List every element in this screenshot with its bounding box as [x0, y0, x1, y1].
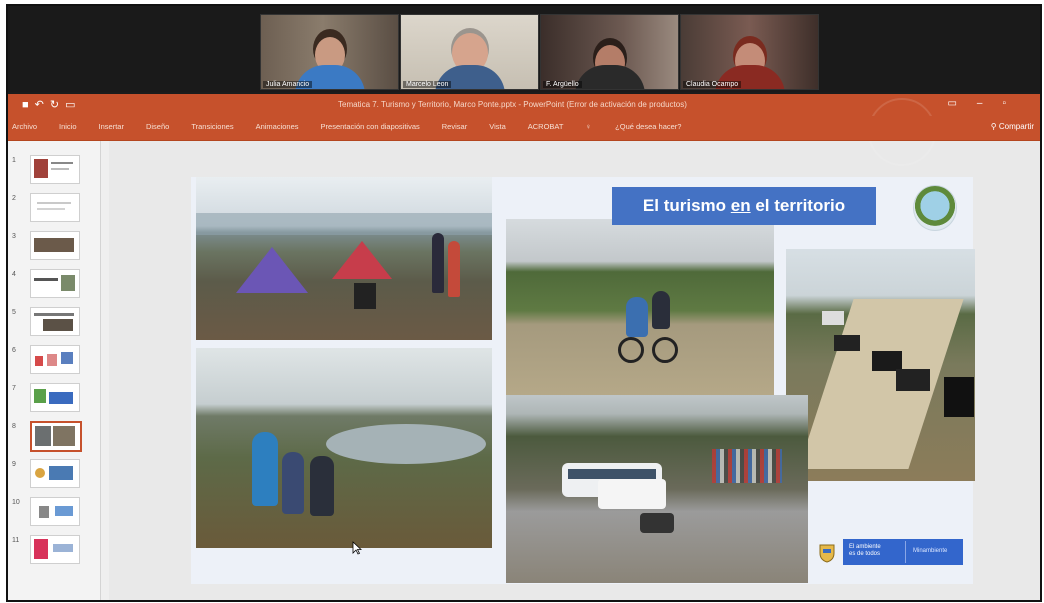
slide-thumbnails-pane[interactable]: 1 2 3 4 5 6 7 8 9 10 11	[8, 141, 101, 600]
thumbnail-number: 3	[12, 233, 16, 240]
slide-thumbnail[interactable]	[30, 307, 80, 336]
video-call-strip: Julia Amancio Marcelo Leon F. Argüello C…	[8, 6, 1040, 92]
minimize-icon[interactable]: –	[977, 98, 1003, 109]
thumbnails-scrollbar[interactable]	[101, 141, 109, 600]
thumbnail-number: 4	[12, 271, 16, 278]
thumbnail-item[interactable]: 11	[12, 535, 96, 565]
tab-revisar[interactable]: Revisar	[442, 122, 467, 131]
thumbnail-item[interactable]: 10	[12, 497, 96, 527]
participant-tile[interactable]: Marcelo Leon	[400, 14, 539, 90]
slide-thumbnail[interactable]	[30, 459, 80, 488]
slide-thumbnail[interactable]	[30, 155, 80, 184]
screen-frame: Julia Amancio Marcelo Leon F. Argüello C…	[6, 4, 1042, 602]
thumbnail-item[interactable]: 8	[12, 421, 96, 452]
window-controls[interactable]: ▭–▫	[947, 98, 1026, 109]
share-label: Compartir	[998, 122, 1034, 131]
maximize-icon[interactable]: ▫	[1002, 98, 1026, 109]
slide-thumbnail[interactable]	[30, 535, 80, 564]
minambiente-badge: El ambiente es de todos Minambiente	[843, 539, 963, 565]
undo-icon[interactable]: ↶	[35, 99, 50, 111]
thumbnail-number: 11	[12, 537, 20, 544]
slide-thumbnail-active[interactable]	[30, 421, 82, 452]
slide-thumbnail[interactable]	[30, 497, 80, 526]
thumbnail-item[interactable]: 5	[12, 307, 96, 337]
badge-line-2: es de todos	[849, 551, 881, 557]
tell-me-label: ¿Qué desea hacer?	[615, 122, 682, 131]
lightbulb-icon: ♀	[585, 122, 594, 131]
participant-tile[interactable]: F. Argüello	[540, 14, 679, 90]
tab-transiciones[interactable]: Transiciones	[191, 122, 233, 131]
participant-name: Julia Amancio	[263, 81, 313, 88]
slide-thumbnail[interactable]	[30, 345, 80, 374]
thumbnail-item[interactable]: 7	[12, 383, 96, 413]
tab-vista[interactable]: Vista	[489, 122, 506, 131]
mouse-cursor-icon	[352, 541, 362, 555]
thumbnail-number: 2	[12, 195, 16, 202]
tab-animaciones[interactable]: Animaciones	[256, 122, 299, 131]
thumbnail-number: 1	[12, 157, 16, 164]
tell-me-search[interactable]: ♀ ¿Qué desea hacer?	[585, 122, 703, 131]
participant-name: F. Argüello	[543, 81, 582, 88]
thumbnail-number: 8	[12, 423, 16, 430]
tab-insertar[interactable]: Insertar	[99, 122, 124, 131]
photo-cyclists	[506, 219, 774, 395]
photo-lagoon-hikers	[196, 348, 492, 548]
quick-access-toolbar[interactable]: ■↶↻▭	[22, 98, 82, 111]
slide-title-part: El turismo	[642, 196, 731, 215]
photo-parked-cars	[786, 249, 975, 481]
slide-title-underlined: en	[730, 196, 751, 215]
thumbnail-item[interactable]: 9	[12, 459, 96, 489]
tab-presentacion[interactable]: Presentación con diapositivas	[321, 122, 420, 131]
slide-thumbnail[interactable]	[30, 269, 80, 298]
present-icon[interactable]: ▭	[65, 99, 81, 111]
thumbnail-number: 6	[12, 347, 16, 354]
tab-archivo[interactable]: Archivo	[12, 122, 37, 131]
ribbon-tabs: Archivo Inicio Insertar Diseño Transicio…	[8, 116, 1040, 141]
participant-tile[interactable]: Claudia Ocampo	[680, 14, 819, 90]
window-title: Tematica 7. Turismo y Territorio, Marco …	[338, 100, 687, 109]
participant-tile[interactable]: Julia Amancio	[260, 14, 399, 90]
slide-title-part: el territorio	[750, 196, 846, 215]
thumbnail-item[interactable]: 3	[12, 231, 96, 261]
slide-title: El turismo en el territorio	[612, 187, 876, 225]
powerpoint-window: ■↶↻▭ Tematica 7. Turismo y Territorio, M…	[8, 94, 1040, 600]
slide-canvas[interactable]: El turismo en el territorio El ambiente e…	[191, 177, 975, 584]
tab-inicio[interactable]: Inicio	[59, 122, 77, 131]
photo-camping	[196, 177, 492, 340]
tab-diseno[interactable]: Diseño	[146, 122, 169, 131]
slide-thumbnail[interactable]	[30, 193, 80, 222]
thumbnail-number: 7	[12, 385, 16, 392]
title-bar: ■↶↻▭ Tematica 7. Turismo y Territorio, M…	[8, 94, 1040, 166]
participant-name: Marcelo Leon	[403, 81, 452, 88]
park-logo	[913, 185, 957, 231]
thumbnail-number: 10	[12, 499, 20, 506]
slide-thumbnail[interactable]	[30, 231, 80, 260]
ribbon-display-icon[interactable]: ▭	[947, 98, 976, 109]
person-icon: ⚲	[990, 122, 999, 131]
thumbnail-item[interactable]: 1	[12, 155, 96, 185]
badge-ministry: Minambiente	[913, 548, 948, 554]
redo-icon[interactable]: ↻	[50, 99, 65, 111]
photo-bus-crowd	[506, 395, 808, 583]
thumbnail-number: 5	[12, 309, 16, 316]
slide-thumbnail[interactable]	[30, 383, 80, 412]
participant-name: Claudia Ocampo	[683, 81, 742, 88]
share-button[interactable]: ⚲ Compartir	[991, 122, 1034, 131]
thumbnail-item[interactable]: 2	[12, 193, 96, 223]
thumbnail-number: 9	[12, 461, 16, 468]
save-icon[interactable]: ■	[22, 99, 35, 111]
badge-line-1: El ambiente	[849, 544, 881, 550]
tab-acrobat[interactable]: ACROBAT	[528, 122, 564, 131]
thumbnail-item[interactable]: 4	[12, 269, 96, 299]
thumbnail-item[interactable]: 6	[12, 345, 96, 375]
colombia-shield-icon	[819, 544, 835, 563]
